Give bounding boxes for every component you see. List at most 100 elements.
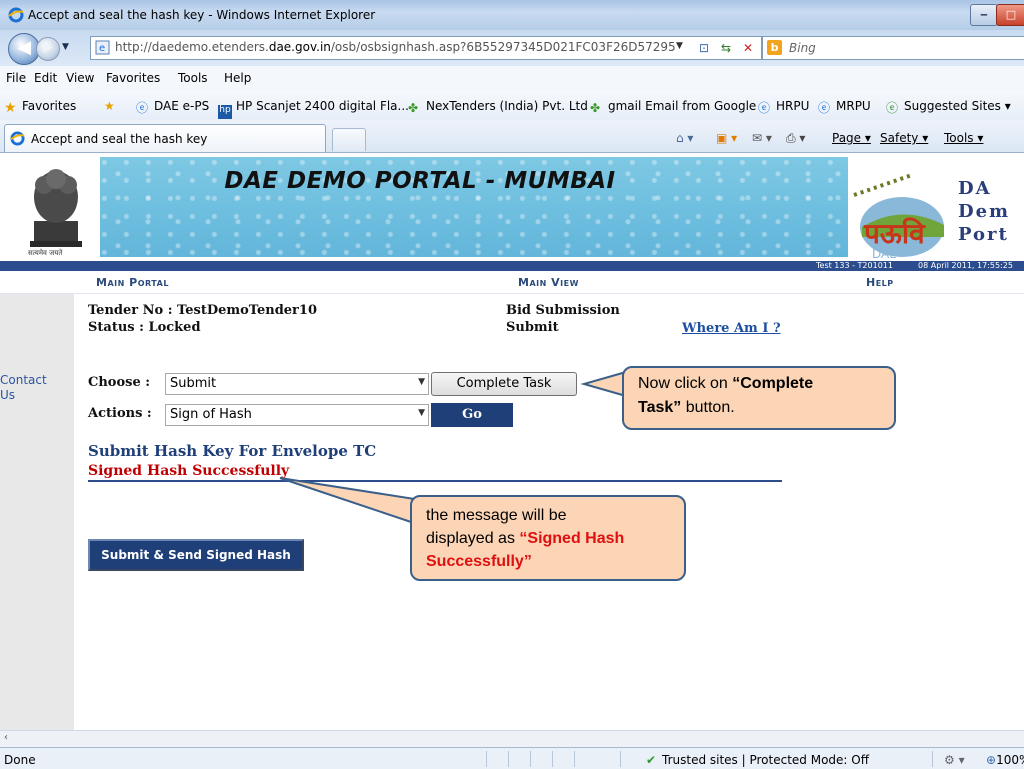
actions-select[interactable]: Sign of Hash ▼ — [165, 404, 429, 426]
fav-nextenders[interactable]: ✤ NexTenders (India) Pvt. Ltd — [408, 99, 588, 115]
forward-button[interactable]: ▶ — [36, 37, 60, 61]
feeds-icon[interactable]: ▣ ▾ — [716, 131, 737, 145]
search-placeholder: Bing — [789, 41, 816, 55]
favorites-button[interactable]: ★ Favorites — [4, 99, 76, 116]
menu-help[interactable]: Help — [224, 71, 251, 85]
zoom-level[interactable]: ⊕100% — [986, 753, 1024, 767]
trusted-check-icon: ✔ — [646, 753, 657, 767]
fav-hp-scanjet[interactable]: hp HP Scanjet 2400 digital Fla... — [218, 99, 409, 119]
print-icon[interactable]: ⎙ ▾ — [786, 131, 805, 146]
protected-mode-icon[interactable]: ⚙ ▾ — [944, 753, 965, 767]
fav-dae-eps[interactable]: ⓔ DAE e-PS — [136, 99, 210, 115]
safety-menu[interactable]: Safety ▾ — [880, 131, 928, 145]
callout-text: button. — [681, 399, 735, 416]
status-text: Done — [4, 753, 36, 767]
ie-page-icon: ⓔ — [758, 101, 771, 115]
user-info: Test 133 - T201011 — [816, 261, 893, 270]
submit-send-signed-hash-button[interactable]: Submit & Send Signed Hash — [88, 539, 304, 571]
callout-bold-text: “Complete — [732, 375, 814, 392]
address-dropdown-icon[interactable]: ▼ — [676, 41, 683, 51]
tab-active[interactable]: Accept and seal the hash key — [4, 124, 326, 152]
portal-nav: Main Portal Main View Help — [0, 271, 1024, 294]
search-box[interactable]: b Bing — [762, 36, 1024, 60]
side-text-line: DA — [958, 178, 992, 199]
ie-page-icon: ⓔ — [818, 101, 831, 115]
callout-line: displayed as “Signed Hash — [426, 528, 624, 550]
menu-view[interactable]: View — [66, 71, 94, 85]
forward-arrow-icon: ▶ — [43, 40, 53, 55]
favorites-star-icon: ★ — [4, 100, 17, 116]
where-am-i-link[interactable]: Where Am I ? — [682, 321, 781, 336]
security-zone[interactable]: Trusted sites | Protected Mode: Off — [662, 753, 869, 767]
menu-bar: File Edit View Favorites Tools Help — [0, 66, 1024, 91]
ie-page-icon: ⓔ — [136, 101, 149, 115]
refresh-icon[interactable]: ⇆ — [717, 39, 735, 57]
compatibility-view-icon[interactable]: ⊡ — [695, 39, 713, 57]
fav-gmail[interactable]: ✤ gmail Email from Google — [590, 99, 756, 115]
fav-suggested-sites[interactable]: ⓔ Suggested Sites ▾ — [886, 99, 1011, 115]
contact-us-link[interactable]: Contact Us — [0, 373, 47, 403]
callout-line: the message will be — [426, 507, 567, 524]
window-title: Accept and seal the hash key - Windows I… — [28, 8, 376, 22]
portal-title: DAE DEMO PORTAL - MUMBAI — [224, 168, 616, 194]
page-menu[interactable]: Page ▾ — [832, 131, 871, 145]
left-sidebar — [0, 294, 74, 753]
chevron-down-icon: ▼ — [418, 408, 425, 418]
menu-tools[interactable]: Tools — [178, 71, 208, 85]
divider-line — [88, 480, 782, 482]
nav-main-view[interactable]: Main View — [518, 276, 579, 289]
tender-no: Tender No : TestDemoTender10 — [88, 303, 317, 318]
callout-line: Task” button. — [638, 397, 735, 419]
fav-hrpu[interactable]: ⓔ HRPU — [758, 99, 809, 115]
recent-pages-dropdown[interactable]: ▼ — [62, 42, 69, 52]
side-text-line: Dem — [958, 201, 1011, 222]
callout-success-message: the message will be displayed as “Signed… — [410, 495, 686, 581]
choose-select[interactable]: Submit ▼ — [165, 373, 429, 395]
zoom-icon: ⊕ — [986, 753, 997, 767]
dae-logo-icon: पऊवि DAE — [853, 173, 944, 261]
bid-submission-label: Bid Submission — [506, 303, 620, 318]
callout-line: Now click on “Complete — [638, 373, 813, 395]
tab-bar: Accept and seal the hash key ⌂ ▾ ▣ ▾ ✉ ▾… — [0, 120, 1024, 153]
info-strip: Test 133 - T201011 08 April 2011, 17:55:… — [0, 261, 1024, 271]
zoom-text: 100% — [996, 753, 1024, 767]
back-arrow-icon: ◀ — [17, 37, 31, 58]
window-titlebar: Accept and seal the hash key - Windows I… — [0, 0, 1024, 30]
callout-bold-text: Task” — [638, 399, 682, 416]
logo-hindi-text: पऊवि — [863, 217, 926, 250]
go-button[interactable]: Go — [431, 403, 513, 427]
suggested-sites-icon: ⓔ — [886, 101, 899, 115]
home-icon[interactable]: ⌂ ▾ — [676, 131, 693, 145]
success-message: Signed Hash Successfully — [88, 463, 290, 479]
menu-favorites[interactable]: Favorites — [106, 71, 160, 85]
address-bar[interactable]: e http://daedemo.etenders.dae.gov.in/osb… — [90, 36, 762, 60]
new-tab-button[interactable] — [332, 128, 366, 151]
callout-red-text: “Signed Hash — [519, 530, 625, 547]
address-toolbar: ◀ ▶ ▼ e http://daedemo.etenders.dae.gov.… — [0, 30, 1024, 66]
page-icon: e — [95, 40, 110, 55]
choose-value: Submit — [170, 376, 217, 391]
chevron-down-icon: ▼ — [418, 377, 425, 387]
favorites-bar: ★ Favorites ★ ⓔ DAE e-PS hp HP Scanjet 2400… — [0, 90, 1024, 121]
actions-value: Sign of Hash — [170, 407, 252, 422]
menu-file[interactable]: File — [6, 71, 26, 85]
complete-task-button[interactable]: Complete Task — [431, 372, 577, 396]
status-bar: Done ✔ Trusted sites | Protected Mode: O… — [0, 747, 1024, 769]
url-text[interactable]: http://daedemo.etenders.dae.gov.in/osb/o… — [115, 40, 675, 54]
mail-icon[interactable]: ✉ ▾ — [752, 131, 772, 145]
scroll-left-icon[interactable]: ‹ — [4, 732, 8, 743]
choose-label: Choose : — [88, 375, 151, 390]
nav-main-portal[interactable]: Main Portal — [96, 276, 169, 289]
add-favorites-icon[interactable]: ★ — [104, 99, 115, 113]
minimize-button[interactable]: ‒ — [970, 4, 998, 26]
horizontal-scrollbar[interactable]: ‹ — [0, 730, 1024, 747]
tab-title: Accept and seal the hash key — [31, 132, 208, 146]
stop-icon[interactable]: ✕ — [739, 39, 757, 57]
nav-help[interactable]: Help — [866, 276, 894, 289]
fav-mrpu[interactable]: ⓔ MRPU — [818, 99, 871, 115]
tools-menu[interactable]: Tools ▾ — [944, 131, 983, 145]
menu-edit[interactable]: Edit — [34, 71, 57, 85]
actions-label: Actions : — [88, 406, 152, 421]
fav-label: DAE e-PS — [154, 99, 210, 113]
maximize-button[interactable]: □ — [996, 4, 1024, 26]
